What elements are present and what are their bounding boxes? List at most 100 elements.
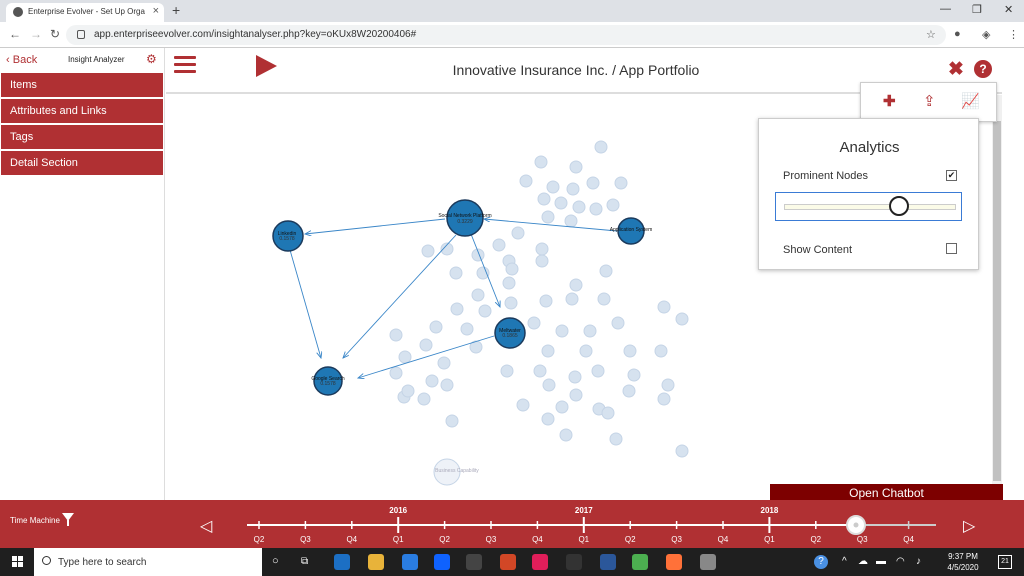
reload-icon[interactable]: ↻ [50, 27, 60, 41]
maximize-window-icon[interactable]: ❐ [972, 3, 982, 16]
faded-node[interactable] [505, 262, 519, 276]
extension-icon[interactable]: ● [954, 28, 961, 40]
faded-node[interactable] [504, 296, 518, 310]
faded-node[interactable] [535, 254, 549, 268]
faded-node[interactable] [597, 292, 611, 306]
faded-node[interactable] [471, 288, 485, 302]
faded-node[interactable] [601, 406, 615, 420]
app2-icon[interactable] [566, 554, 582, 570]
cortana-icon[interactable]: ○ [272, 555, 279, 567]
faded-node[interactable] [541, 412, 555, 426]
faded-node[interactable] [527, 316, 541, 330]
back-arrow-icon[interactable]: ← [9, 27, 21, 41]
faded-node[interactable] [492, 238, 506, 252]
faded-node[interactable] [599, 264, 613, 278]
faded-node[interactable] [516, 398, 530, 412]
faded-node[interactable] [555, 400, 569, 414]
show-content-checkbox[interactable] [946, 243, 957, 254]
faded-node[interactable] [460, 322, 474, 336]
faded-node[interactable] [437, 356, 451, 370]
faded-node[interactable] [559, 428, 573, 442]
faded-node[interactable] [533, 364, 547, 378]
task-view-icon[interactable]: ⧉ [301, 556, 308, 567]
volume-icon[interactable]: ♪ [916, 556, 921, 567]
notification-icon[interactable]: 21 [998, 555, 1012, 569]
file-explorer-icon[interactable] [368, 554, 384, 570]
faded-node[interactable] [502, 276, 516, 290]
faded-node[interactable] [623, 344, 637, 358]
faded-node[interactable] [609, 432, 623, 446]
faded-node[interactable] [569, 278, 583, 292]
cloud-icon[interactable]: ☁ [858, 556, 868, 567]
faded-node[interactable] [654, 344, 668, 358]
browser-menu-icon[interactable]: ⋮ [1008, 28, 1019, 41]
slack-icon[interactable] [532, 554, 548, 570]
faded-node[interactable] [583, 324, 597, 338]
faded-node[interactable] [606, 198, 620, 212]
faded-node[interactable] [546, 180, 560, 194]
scrollbar-thumb[interactable] [993, 121, 1001, 481]
analytics-chart-icon[interactable]: 📈 [961, 92, 980, 110]
faded-node[interactable] [675, 312, 689, 326]
faded-node[interactable] [417, 392, 431, 406]
wifi-icon[interactable]: ◠ [896, 556, 905, 567]
faded-node[interactable] [541, 344, 555, 358]
url-field[interactable]: app.enterpriseevolver.com/insightanalyse… [66, 25, 946, 45]
faded-node[interactable] [572, 200, 586, 214]
powerpoint-icon[interactable] [500, 554, 516, 570]
faded-node[interactable] [450, 302, 464, 316]
faded-node[interactable] [421, 244, 435, 258]
gear-icon[interactable]: ⚙ [146, 52, 157, 66]
faded-node[interactable] [675, 444, 689, 458]
prominence-slider[interactable] [775, 192, 962, 221]
faded-node[interactable] [591, 364, 605, 378]
new-tab-button[interactable]: + [172, 2, 180, 18]
firefox-icon[interactable] [666, 554, 682, 570]
extension2-icon[interactable]: ◈ [982, 28, 990, 41]
faded-node[interactable] [389, 328, 403, 342]
faded-node[interactable] [542, 378, 556, 392]
sidebar-item-detail-section[interactable]: Detail Section [1, 151, 163, 175]
faded-node[interactable] [519, 174, 533, 188]
faded-node[interactable] [445, 414, 459, 428]
sidebar-item-tags[interactable]: Tags [1, 125, 163, 149]
help-tray-icon[interactable]: ? [814, 555, 828, 569]
close-icon[interactable]: ✖ [948, 58, 964, 81]
faded-node[interactable] [657, 300, 671, 314]
faded-node[interactable] [627, 368, 641, 382]
timeline-slider[interactable]: Q2 Q3 Q4 Q1 Q2 Q3 Q4 Q1 Q2 Q3 Q4 Q1 Q2 Q3 Q4 2016 2017 20… [0, 500, 1024, 548]
close-window-icon[interactable]: ✕ [1004, 3, 1013, 16]
faded-node[interactable] [401, 384, 415, 398]
faded-node[interactable] [419, 338, 433, 352]
faded-node[interactable] [564, 214, 578, 228]
chrome-icon[interactable] [632, 554, 648, 570]
faded-node[interactable] [541, 210, 555, 224]
close-tab-icon[interactable]: × [153, 5, 159, 17]
app-icon[interactable] [466, 554, 482, 570]
add-icon[interactable]: ✚ [883, 92, 896, 110]
bookmark-star-icon[interactable]: ☆ [926, 28, 936, 41]
faded-node[interactable] [398, 350, 412, 364]
faded-node[interactable] [425, 374, 439, 388]
taskbar-clock[interactable]: 9:37 PM 4/5/2020 [940, 551, 986, 573]
sidebar-item-items[interactable]: Items [1, 73, 163, 97]
faded-node[interactable] [534, 155, 548, 169]
faded-node[interactable] [500, 364, 514, 378]
open-chatbot-button[interactable]: Open Chatbot [770, 484, 1003, 501]
faded-node[interactable] [568, 370, 582, 384]
faded-node[interactable] [661, 378, 675, 392]
faded-node[interactable] [565, 292, 579, 306]
windows-start-icon[interactable] [12, 556, 24, 568]
faded-node[interactable] [537, 192, 551, 206]
forward-arrow-icon[interactable]: → [30, 27, 42, 41]
faded-node[interactable] [511, 226, 525, 240]
faded-node[interactable] [586, 176, 600, 190]
faded-node[interactable] [539, 294, 553, 308]
faded-node[interactable] [614, 176, 628, 190]
minimize-window-icon[interactable]: — [940, 3, 951, 15]
mail-icon[interactable] [402, 554, 418, 570]
faded-node[interactable] [555, 324, 569, 338]
tray-chevron-icon[interactable]: ^ [842, 556, 847, 567]
share-icon[interactable]: ⇪ [923, 92, 936, 110]
word-icon[interactable] [600, 554, 616, 570]
